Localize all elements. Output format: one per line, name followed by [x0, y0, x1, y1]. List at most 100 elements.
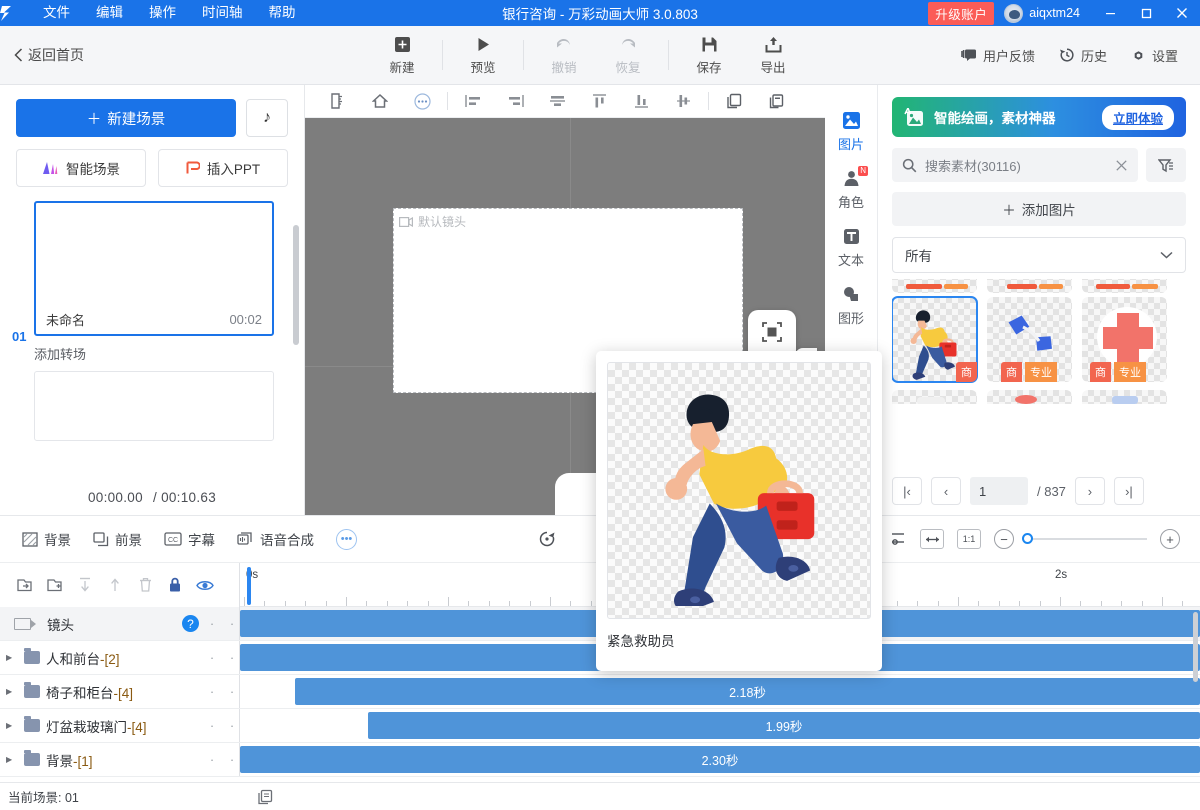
category-select[interactable]: 所有 — [892, 237, 1186, 273]
align-left-icon[interactable] — [452, 85, 494, 117]
track-dot[interactable]: · — [205, 684, 219, 699]
tab-characters[interactable]: N 角色 — [825, 161, 877, 219]
zoom-in-icon[interactable]: + — [1160, 529, 1180, 549]
settings-button[interactable]: 设置 — [1121, 40, 1188, 71]
copy-icon[interactable] — [713, 85, 755, 117]
tab-images[interactable]: 图片 — [825, 103, 877, 161]
lock-icon[interactable] — [160, 570, 190, 600]
more-circle-icon[interactable] — [401, 85, 443, 117]
page-last-button[interactable]: ›| — [1114, 477, 1144, 505]
track-lane[interactable]: 2.30秒 — [240, 743, 1200, 776]
material-cell[interactable] — [987, 279, 1072, 293]
track-dot[interactable]: · — [225, 650, 239, 665]
page-next-button[interactable]: › — [1075, 477, 1105, 505]
home-icon[interactable] — [359, 85, 401, 117]
material-cell[interactable] — [892, 390, 977, 404]
clip[interactable]: 2.18秒 — [295, 678, 1200, 705]
track-dot[interactable]: · — [205, 616, 219, 631]
fit-width-icon[interactable] — [920, 529, 944, 549]
clip[interactable]: 2.30秒 — [240, 746, 1200, 773]
timeline-subtitle-button[interactable]: CC 字幕 — [164, 529, 215, 549]
maximize-button[interactable] — [1128, 0, 1164, 26]
timeline-tts-button[interactable]: 语音合成 — [237, 529, 314, 549]
music-button[interactable]: ♪ — [246, 99, 288, 137]
paste-icon[interactable] — [755, 85, 797, 117]
ai-banner-cta[interactable]: 立即体验 — [1102, 105, 1174, 130]
align-right-icon[interactable] — [494, 85, 536, 117]
material-cell[interactable] — [987, 390, 1072, 404]
insert-ppt-button[interactable]: 插入PPT — [158, 149, 288, 187]
add-transition-button[interactable]: 添加转场 — [34, 344, 304, 363]
feedback-button[interactable]: 用户反馈 — [951, 40, 1045, 71]
menu-edit[interactable]: 编辑 — [83, 0, 136, 26]
track-label-group-4[interactable]: ▶ 背景-[1] · · — [0, 743, 240, 776]
ai-drawing-banner[interactable]: 智能绘画，素材神器 立即体验 — [892, 97, 1186, 137]
avatar[interactable] — [1004, 4, 1023, 23]
filter-button[interactable] — [1146, 148, 1186, 182]
export-button[interactable]: 导出 — [741, 26, 805, 84]
export-track-icon[interactable] — [40, 570, 70, 600]
history-button[interactable]: 历史 — [1049, 40, 1117, 71]
track-dot[interactable]: · — [225, 752, 239, 767]
material-cell-selected[interactable]: 商 — [892, 297, 977, 382]
timeline-scrollbar[interactable] — [1193, 612, 1198, 682]
track-dot[interactable]: · — [205, 718, 219, 733]
menu-file[interactable]: 文件 — [30, 0, 83, 26]
material-cell[interactable]: 商 专业 — [987, 297, 1072, 382]
material-cell[interactable] — [1082, 390, 1167, 404]
track-row[interactable]: ▶ 椅子和柜台-[4] · · 2.18秒 — [0, 675, 1200, 709]
menu-timeline[interactable]: 时间轴 — [189, 0, 256, 26]
save-button[interactable]: 保存 — [677, 26, 741, 84]
upgrade-account-button[interactable]: 升级账户 — [928, 2, 994, 25]
track-label-group-1[interactable]: ▶ 人和前台-[2] · · — [0, 641, 240, 674]
track-label-group-2[interactable]: ▶ 椅子和柜台-[4] · · — [0, 675, 240, 708]
user-name[interactable]: aiqxtm24 — [1029, 6, 1080, 20]
timeline-foreground-button[interactable]: 前景 — [93, 529, 142, 549]
import-track-icon[interactable] — [10, 570, 40, 600]
reset-icon[interactable] — [538, 530, 556, 548]
new-button[interactable]: 新建 — [370, 26, 434, 84]
track-dot[interactable]: · — [225, 616, 239, 631]
track-dot[interactable]: · — [225, 718, 239, 733]
close-button[interactable] — [1164, 0, 1200, 26]
preview-button[interactable]: 预览 — [451, 26, 515, 84]
track-label-camera[interactable]: 镜头 ? · · — [0, 607, 240, 640]
expand-triangle-icon[interactable]: ▶ — [6, 721, 18, 730]
track-dot[interactable]: · — [205, 752, 219, 767]
expand-triangle-icon[interactable]: ▶ — [6, 653, 18, 662]
move-up-icon[interactable] — [100, 570, 130, 600]
zoom-out-icon[interactable]: − — [994, 529, 1014, 549]
align-center-v-icon[interactable] — [662, 85, 704, 117]
material-cell[interactable]: 商 专业 — [1082, 297, 1167, 382]
page-input[interactable]: 1 — [970, 477, 1028, 505]
more-dots-icon[interactable]: ••• — [336, 529, 357, 550]
add-image-button[interactable]: ＋ 添加图片 — [892, 192, 1186, 226]
help-badge-icon[interactable]: ? — [182, 615, 199, 632]
track-dot[interactable]: · — [205, 650, 219, 665]
track-label-group-3[interactable]: ▶ 灯盆栽玻璃门-[4] · · — [0, 709, 240, 742]
zoom-slider-knob[interactable] — [1022, 533, 1033, 544]
page-first-button[interactable]: |‹ — [892, 477, 922, 505]
align-top-icon[interactable] — [578, 85, 620, 117]
tab-shapes[interactable]: 图形 — [825, 277, 877, 335]
ruler-icon[interactable] — [317, 85, 359, 117]
delete-icon[interactable] — [130, 570, 160, 600]
material-cell[interactable] — [892, 279, 977, 293]
track-lane[interactable]: 1.99秒 — [240, 709, 1200, 742]
track-lane[interactable]: 2.18秒 — [240, 675, 1200, 708]
zoom-slider[interactable] — [1027, 538, 1147, 540]
close-icon[interactable] — [1115, 159, 1128, 172]
search-input[interactable]: 搜索素材(30116) — [892, 148, 1138, 182]
menu-operate[interactable]: 操作 — [136, 0, 189, 26]
page-prev-button[interactable]: ‹ — [931, 477, 961, 505]
new-scene-button[interactable]: ＋ 新建场景 — [16, 99, 236, 137]
redo-button[interactable]: 恢复 — [596, 26, 660, 84]
undo-button[interactable]: 撤销 — [532, 26, 596, 84]
material-cell[interactable] — [1082, 279, 1167, 293]
one-to-one-button[interactable]: 1:1 — [957, 529, 981, 549]
back-home-button[interactable]: 返回首页 — [14, 45, 84, 65]
scene-card-01[interactable]: 未命名 00:02 — [34, 201, 274, 336]
track-row[interactable]: ▶ 灯盆栽玻璃门-[4] · · 1.99秒 — [0, 709, 1200, 743]
scene-card-next[interactable] — [34, 371, 274, 441]
track-row[interactable]: ▶ 背景-[1] · · 2.30秒 — [0, 743, 1200, 777]
